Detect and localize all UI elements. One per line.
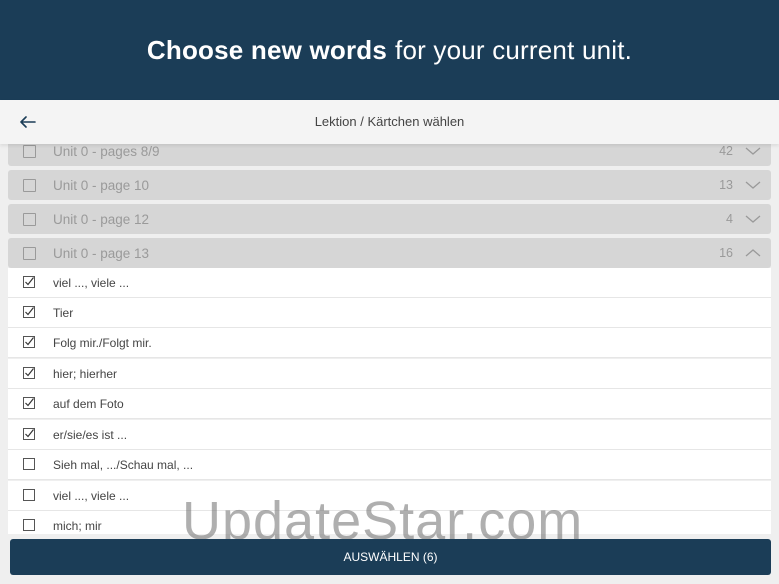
unit-count: 13 [719, 178, 733, 192]
word-text: hier; hierher [53, 367, 118, 381]
word-text: viel ..., viele ... [53, 489, 130, 503]
word-row[interactable]: viel ..., viele ... [8, 268, 771, 298]
word-row[interactable]: mich; mir [8, 511, 771, 534]
chevron-down-icon[interactable] [745, 178, 761, 192]
checkbox-unchecked-icon[interactable] [23, 519, 35, 531]
checkbox-checked-icon[interactable] [23, 397, 35, 409]
unit-label: Unit 0 - page 13 [53, 246, 150, 261]
unit-checkbox[interactable] [23, 145, 36, 158]
unit-row-expanded[interactable]: Unit 0 - page 13 16 [8, 238, 771, 268]
word-text: auf dem Foto [53, 397, 124, 411]
unit-list[interactable]: Unit 0 - pages 8/9 42 Unit 0 - page 10 1… [0, 144, 779, 534]
unit-count: 42 [719, 144, 733, 158]
word-text: Sieh mal, .../Schau mal, ... [53, 458, 194, 472]
word-text: Tier [53, 306, 74, 320]
unit-label: Unit 0 - pages 8/9 [53, 144, 160, 159]
checkbox-checked-icon[interactable] [23, 306, 35, 318]
word-text: Folg mir./Folgt mir. [53, 336, 152, 350]
chevron-up-icon[interactable] [745, 246, 761, 260]
word-row[interactable]: viel ..., viele ... [8, 481, 771, 511]
unit-count: 16 [719, 246, 733, 260]
unit-label: Unit 0 - page 12 [53, 212, 150, 227]
chevron-down-icon[interactable] [745, 144, 761, 158]
word-text: er/sie/es ist ... [53, 428, 128, 442]
word-row[interactable]: Tier [8, 298, 771, 328]
unit-checkbox[interactable] [23, 213, 36, 226]
word-row[interactable]: Folg mir./Folgt mir. [8, 328, 771, 358]
unit-row[interactable]: Unit 0 - pages 8/9 42 [8, 144, 771, 166]
unit-row[interactable]: Unit 0 - page 12 4 [8, 204, 771, 234]
checkbox-checked-icon[interactable] [23, 276, 35, 288]
word-row[interactable]: Sieh mal, .../Schau mal, ... [8, 450, 771, 480]
app-bar: Lektion / Kärtchen wählen [0, 100, 779, 144]
page-title: Lektion / Kärtchen wählen [314, 114, 465, 129]
unit-checkbox[interactable] [23, 179, 36, 192]
unit-row[interactable]: Unit 0 - page 10 13 [8, 170, 771, 200]
unit-count: 4 [726, 212, 733, 226]
banner-bold-text: Choose new words [146, 34, 388, 65]
select-button[interactable]: AUSWÄHLEN (6) [10, 539, 771, 575]
checkbox-checked-icon[interactable] [23, 336, 35, 348]
word-row[interactable]: auf dem Foto [8, 389, 771, 419]
checkbox-unchecked-icon[interactable] [23, 458, 35, 470]
chevron-down-icon[interactable] [745, 212, 761, 226]
word-text: mich; mir [53, 519, 102, 533]
word-text: viel ..., viele ... [53, 276, 130, 290]
unit-label: Unit 0 - page 10 [53, 178, 150, 193]
word-row[interactable]: hier; hierher [8, 359, 771, 389]
unit-checkbox[interactable] [23, 247, 36, 260]
checkbox-unchecked-icon[interactable] [23, 489, 35, 501]
header-banner: Choose new words for your current unit. [0, 0, 779, 100]
checkbox-checked-icon[interactable] [23, 367, 35, 379]
checkbox-checked-icon[interactable] [23, 428, 35, 440]
word-row[interactable]: er/sie/es ist ... [8, 420, 771, 450]
banner-rest-text: for your current unit. [395, 34, 633, 65]
